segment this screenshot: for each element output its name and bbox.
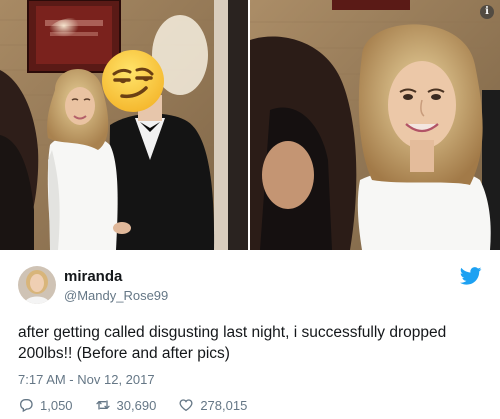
avatar[interactable] (18, 266, 56, 304)
tweet-media[interactable]: i (0, 0, 500, 250)
author-names: miranda @Mandy_Rose99 (64, 268, 168, 305)
tweet-timestamp[interactable]: 7:17 AM - Nov 12, 2017 (18, 372, 155, 387)
before-photo[interactable] (0, 0, 248, 250)
avatar-image (18, 266, 56, 304)
reply-icon (19, 399, 33, 413)
before-photo-image (0, 0, 248, 250)
user-handle[interactable]: @Mandy_Rose99 (64, 287, 168, 305)
tweet-body: miranda @Mandy_Rose99 after getting call… (0, 250, 500, 419)
info-icon[interactable]: i (480, 5, 494, 19)
smirking-face-emoji (102, 50, 164, 112)
reply-count: 1,050 (40, 397, 73, 413)
like-count: 278,015 (200, 397, 248, 413)
like-button[interactable]: 278,015 (178, 397, 247, 413)
tweet-text: after getting called disgusting last nig… (18, 324, 447, 362)
tweet-author[interactable]: miranda @Mandy_Rose99 (18, 264, 482, 306)
heart-icon (179, 399, 193, 412)
display-name[interactable]: miranda (64, 268, 168, 286)
tweet-actions: 1,050 30,690 278,015 (18, 396, 269, 414)
after-photo-image (250, 0, 500, 250)
retweet-button[interactable]: 30,690 (95, 397, 157, 413)
retweet-icon (95, 400, 110, 410)
twitter-bird-icon[interactable] (460, 267, 482, 285)
retweet-count: 30,690 (116, 397, 157, 413)
after-photo[interactable]: i (250, 0, 500, 250)
reply-button[interactable]: 1,050 (18, 397, 73, 413)
